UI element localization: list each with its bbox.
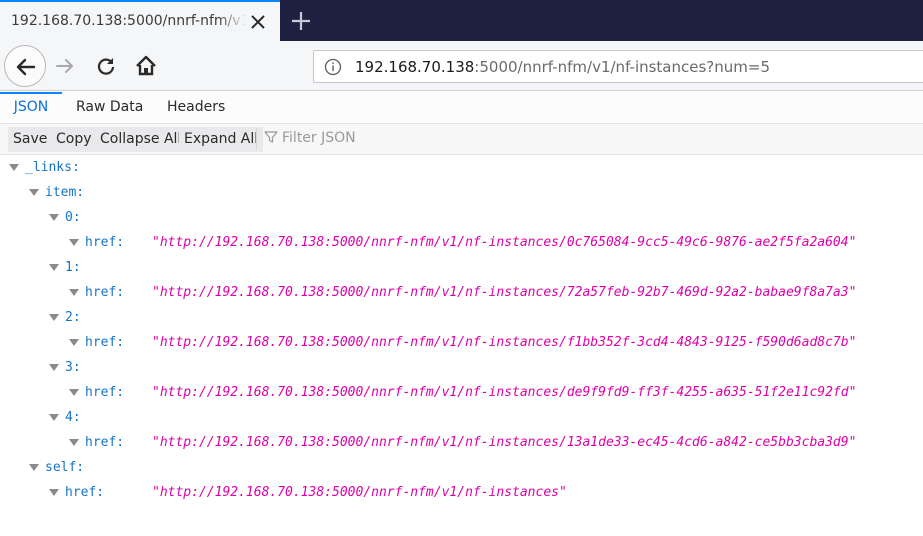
tree-row-links[interactable]: _links: [0, 156, 923, 181]
expand-toggle-icon[interactable] [49, 314, 59, 321]
reload-icon[interactable] [95, 55, 117, 77]
json-key: item: [45, 185, 85, 200]
tree-row-href[interactable]: href: "http://192.168.70.138:5000/nnrf-n… [0, 231, 923, 256]
tree-row-index[interactable]: 3: [0, 356, 923, 381]
json-string-value: "http://192.168.70.138:5000/nnrf-nfm/v1/… [152, 435, 857, 450]
tree-row-href[interactable]: href: "http://192.168.70.138:5000/nnrf-n… [0, 381, 923, 406]
copy-button[interactable]: Copy [51, 127, 97, 152]
expand-toggle-icon[interactable] [29, 189, 39, 196]
json-string-value: "http://192.168.70.138:5000/nnrf-nfm/v1/… [152, 235, 857, 250]
expand-toggle-icon[interactable] [69, 389, 79, 396]
expand-toggle-icon[interactable] [69, 439, 79, 446]
json-key: 4: [65, 410, 81, 425]
viewer-tabs: JSON Raw Data Headers [0, 92, 923, 124]
json-string-value: "http://192.168.70.138:5000/nnrf-nfm/v1/… [152, 285, 857, 300]
expand-toggle-icon[interactable] [49, 489, 59, 496]
expand-toggle-icon[interactable] [49, 214, 59, 221]
tab-strip: 192.168.70.138:5000/nnrf-nfm/v1/nf-insta… [0, 0, 923, 41]
json-toolbar: Save Copy Collapse All Expand All Filter… [0, 124, 923, 155]
filter-icon [264, 131, 278, 143]
navigation-toolbar: 192.168.70.138:5000/nnrf-nfm/v1/nf-insta… [0, 41, 923, 91]
plus-icon[interactable] [288, 8, 314, 34]
filter-placeholder: Filter JSON [282, 130, 356, 146]
expand-toggle-icon[interactable] [69, 339, 79, 346]
url-host: 192.168.70.138 [355, 58, 475, 76]
json-key: href: [85, 385, 125, 400]
tree-row-index[interactable]: 0: [0, 206, 923, 231]
json-key: 3: [65, 360, 81, 375]
json-key: href: [85, 285, 125, 300]
collapse-all-button[interactable]: Collapse All [95, 127, 187, 152]
json-key: 1: [65, 260, 81, 275]
json-key: _links: [25, 160, 80, 175]
toolbar-divider [256, 129, 257, 150]
tree-row-href[interactable]: href: "http://192.168.70.138:5000/nnrf-n… [0, 481, 923, 506]
save-button[interactable]: Save [8, 127, 53, 152]
browser-tab-active[interactable]: 192.168.70.138:5000/nnrf-nfm/v1/nf-insta… [0, 0, 280, 41]
json-string-value: "http://192.168.70.138:5000/nnrf-nfm/v1/… [152, 385, 857, 400]
tree-row-item[interactable]: item: [0, 181, 923, 206]
expand-toggle-icon[interactable] [29, 464, 39, 471]
json-key: href: [85, 335, 125, 350]
json-string-value: "http://192.168.70.138:5000/nnrf-nfm/v1/… [152, 485, 567, 500]
close-icon[interactable] [249, 13, 267, 31]
tab-raw-data[interactable]: Raw Data [76, 92, 143, 123]
expand-toggle-icon[interactable] [9, 164, 19, 171]
expand-toggle-icon[interactable] [49, 264, 59, 271]
tab-headers[interactable]: Headers [167, 92, 225, 123]
arrow-right-icon[interactable] [54, 55, 76, 77]
filter-json-input[interactable]: Filter JSON [264, 130, 356, 150]
info-icon[interactable] [324, 58, 342, 76]
expand-toggle-icon[interactable] [69, 239, 79, 246]
json-key: 0: [65, 210, 81, 225]
expand-toggle-icon[interactable] [49, 364, 59, 371]
tree-row-index[interactable]: 4: [0, 406, 923, 431]
tree-row-index[interactable]: 1: [0, 256, 923, 281]
arrow-left-icon [16, 58, 36, 76]
json-key: href: [85, 435, 125, 450]
expand-all-button[interactable]: Expand All [179, 127, 264, 152]
tree-row-href[interactable]: href: "http://192.168.70.138:5000/nnrf-n… [0, 331, 923, 356]
tree-row-href[interactable]: href: "http://192.168.70.138:5000/nnrf-n… [0, 431, 923, 456]
tree-row-href[interactable]: href: "http://192.168.70.138:5000/nnrf-n… [0, 281, 923, 306]
json-key: self: [45, 460, 85, 475]
expand-toggle-icon[interactable] [49, 414, 59, 421]
back-button[interactable] [4, 45, 46, 87]
url-bar[interactable]: 192.168.70.138:5000/nnrf-nfm/v1/nf-insta… [313, 50, 923, 83]
json-string-value: "http://192.168.70.138:5000/nnrf-nfm/v1/… [152, 335, 857, 350]
tab-title: 192.168.70.138:5000/nnrf-nfm/v1/nf-insta… [11, 13, 246, 29]
expand-toggle-icon[interactable] [69, 289, 79, 296]
json-key: 2: [65, 310, 81, 325]
json-key: href: [85, 235, 125, 250]
tab-json[interactable]: JSON [0, 92, 62, 123]
tree-row-self[interactable]: self: [0, 456, 923, 481]
url-text: 192.168.70.138:5000/nnrf-nfm/v1/nf-insta… [355, 58, 770, 76]
tree-row-index[interactable]: 2: [0, 306, 923, 331]
home-icon[interactable] [134, 54, 158, 78]
url-path: :5000/nnrf-nfm/v1/nf-instances?num=5 [474, 58, 770, 76]
json-key: href: [65, 485, 105, 500]
